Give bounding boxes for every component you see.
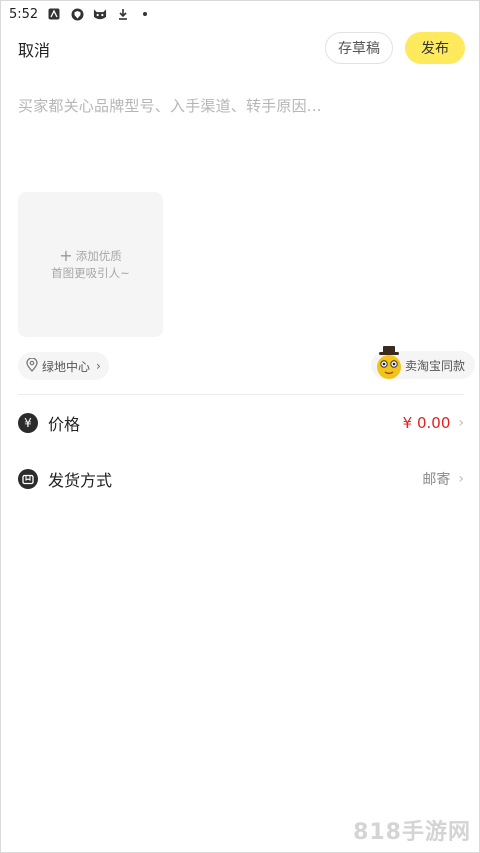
location-chip[interactable]: 绿地中心 › <box>18 352 109 380</box>
shield-icon <box>70 7 84 21</box>
chevron-right-icon: › <box>458 471 464 487</box>
location-label: 绿地中心 <box>42 359 91 374</box>
watermark: 818手游网 <box>353 820 471 845</box>
publish-button[interactable]: 发布 <box>405 32 465 64</box>
description-input[interactable]: 买家都关心品牌型号、入手渠道、转手原因... <box>18 95 322 116</box>
page: 5:52 取消 存草稿 发布 买家都关心品牌型号、入手渠道、转手原因... + … <box>0 0 480 853</box>
add-photo-hint: 首图更吸引人~ <box>51 265 130 280</box>
mascot-icon <box>373 345 407 381</box>
price-label: 价格 <box>48 415 81 434</box>
cat-face-icon <box>93 7 107 21</box>
chevron-right-icon: › <box>458 415 464 431</box>
yen-icon: ¥ <box>18 413 38 433</box>
shipping-row[interactable]: 发货方式 邮寄 › <box>18 459 464 499</box>
divider <box>18 394 464 395</box>
notification-a-icon <box>47 7 61 21</box>
price-row[interactable]: ¥ 价格 ¥ 0.00 › <box>18 403 464 443</box>
taobao-same-style-button[interactable]: 卖淘宝同款 <box>371 346 476 381</box>
taobao-tag-label: 卖淘宝同款 <box>405 358 466 373</box>
shipping-label: 发货方式 <box>48 471 113 490</box>
status-bar: 5:52 <box>1 1 479 27</box>
location-pin-icon <box>26 356 38 375</box>
chevron-right-icon: › <box>96 359 101 373</box>
header: 取消 存草稿 发布 <box>1 31 479 65</box>
status-time: 5:52 <box>9 6 39 22</box>
price-right: ¥ 0.00 › <box>403 414 464 432</box>
download-icon <box>116 7 130 21</box>
add-photo-line1: + 添加优质 <box>59 248 121 265</box>
status-dot-icon <box>143 12 148 16</box>
price-value: ¥ 0.00 <box>402 414 451 432</box>
shipping-value: 邮寄 <box>422 472 451 488</box>
shipping-right: 邮寄 › <box>422 469 464 489</box>
plus-icon: + <box>59 246 73 265</box>
add-photo-label: 添加优质 <box>75 248 122 263</box>
add-photo-button[interactable]: + 添加优质 首图更吸引人~ <box>18 192 163 337</box>
save-draft-button[interactable]: 存草稿 <box>325 32 393 64</box>
cancel-button[interactable]: 取消 <box>18 37 50 61</box>
shipping-box-icon <box>18 469 38 489</box>
